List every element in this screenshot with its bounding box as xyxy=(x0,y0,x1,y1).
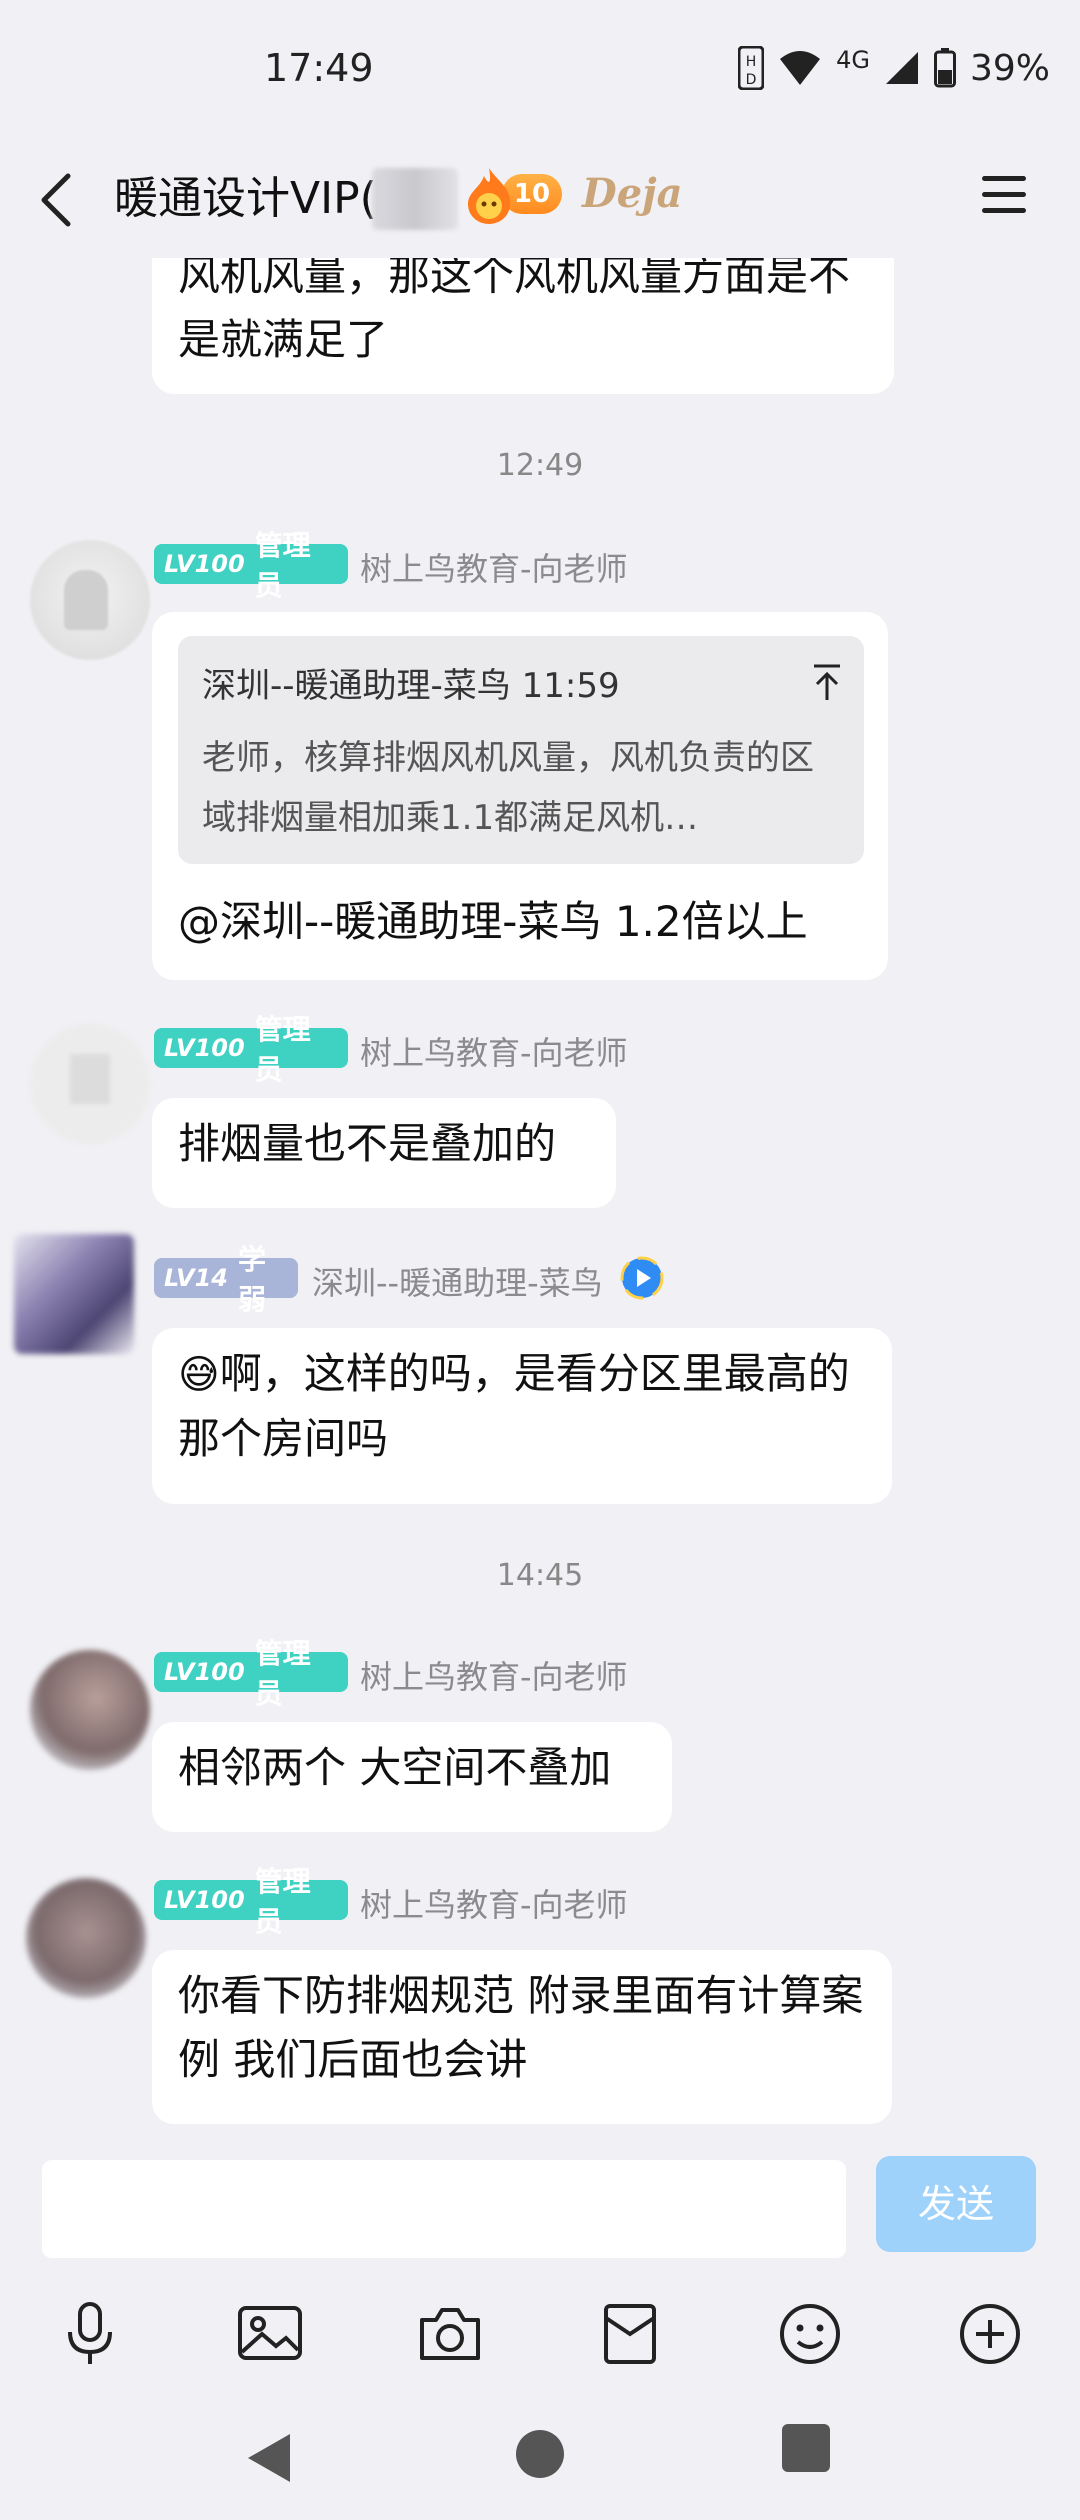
image-icon[interactable] xyxy=(234,2298,306,2370)
camera-icon[interactable] xyxy=(414,2298,486,2370)
status-bar: 17:49 HD 4G 39% xyxy=(0,0,1080,140)
avatar[interactable] xyxy=(26,1878,146,1998)
wifi-icon xyxy=(778,49,822,87)
sender-name[interactable]: 树上鸟教育-向老师 xyxy=(360,1028,628,1074)
microphone-icon[interactable] xyxy=(54,2298,126,2370)
message-input[interactable] xyxy=(42,2160,846,2258)
message-text: 排烟量也不是叠加的 xyxy=(178,1119,557,1168)
flame-icon xyxy=(468,168,511,224)
back-arrow-icon xyxy=(41,173,71,227)
avatar[interactable] xyxy=(14,1234,134,1354)
emoji-icon: 😅 xyxy=(178,1352,220,1398)
message-bubble[interactable]: 相邻两个 大空间不叠加 xyxy=(152,1722,672,1832)
message-bubble[interactable]: 你看下防排烟规范 附录里面有计算案例 我们后面也会讲 xyxy=(152,1950,892,2124)
nav-recents-button[interactable] xyxy=(782,2424,830,2472)
avatar[interactable] xyxy=(30,540,150,660)
quote-meta: 深圳--暖通助理-菜鸟 11:59 xyxy=(202,666,620,706)
member-role: 管理员 xyxy=(254,1637,311,1710)
svg-text:D: D xyxy=(746,72,757,88)
nav-back-icon xyxy=(248,2434,290,2482)
back-button-overlay[interactable] xyxy=(30,158,90,238)
message-bubble[interactable]: 😅啊，这样的吗，是看分区里最高的那个房间吗 xyxy=(152,1328,892,1504)
message-text: 风机风量，那这个风机风量方面是不是就满足了 xyxy=(178,251,851,364)
admin-badge: LV100 管理员 xyxy=(154,529,348,602)
message-text: 相邻两个 大空间不叠加 xyxy=(178,1743,612,1792)
member-level: LV100 xyxy=(164,550,245,578)
member-level: LV100 xyxy=(164,1034,245,1062)
battery-level: 39% xyxy=(969,47,1050,89)
menu-button[interactable] xyxy=(980,170,1030,220)
blurred-name xyxy=(372,168,458,230)
chat-title-overlay[interactable]: 暖通设计VIP( xyxy=(114,162,377,226)
message-bubble[interactable]: 排烟量也不是叠加的 xyxy=(152,1098,616,1208)
member-role: 管理员 xyxy=(254,1013,311,1086)
avatar-figure xyxy=(64,570,108,630)
signal-icon xyxy=(884,50,920,86)
nav-home-button[interactable] xyxy=(516,2430,564,2478)
member-role: 管理员 xyxy=(254,1865,311,1938)
timestamp: 14:45 xyxy=(496,1558,584,1593)
plus-icon[interactable] xyxy=(954,2298,1026,2370)
status-time: 17:49 xyxy=(264,46,374,90)
member-badge: LV14 学弱 xyxy=(154,1243,298,1316)
member-role: 学弱 xyxy=(237,1243,266,1316)
input-bar: 发送 xyxy=(0,2140,1080,2270)
chat-toolbar xyxy=(0,2270,1080,2400)
sender-name[interactable]: 深圳--暖通助理-菜鸟 xyxy=(312,1258,603,1304)
group-level-badge: 10 xyxy=(462,166,566,230)
jump-to-quote-icon[interactable] xyxy=(810,662,844,702)
avatar-figure xyxy=(70,1054,110,1104)
quoted-message[interactable]: 深圳--暖通助理-菜鸟 11:59 老师，核算排烟风机风量，风机负责的区域排烟量… xyxy=(178,636,864,864)
message-text: 你看下防排烟规范 附录里面有计算案例 我们后面也会讲 xyxy=(178,1971,864,2084)
admin-badge: LV100 管理员 xyxy=(154,1865,348,1938)
emoji-icon[interactable] xyxy=(774,2298,846,2370)
brand-logo: Deja xyxy=(582,170,683,217)
send-button[interactable]: 发送 xyxy=(876,2156,1036,2252)
header-clone: 暖通设计VIP( 10 Deja xyxy=(0,140,1080,258)
quote-text: 老师，核算排烟风机风量，风机负责的区域排烟量相加乘1.1都满足风机… xyxy=(202,738,814,838)
sender-name[interactable]: 树上鸟教育-向老师 xyxy=(360,1652,628,1698)
message-text: @深圳--暖通助理-菜鸟 1.2倍以上 xyxy=(178,897,808,946)
avatar[interactable] xyxy=(30,1024,150,1144)
member-role: 管理员 xyxy=(254,529,311,602)
sender-name[interactable]: 树上鸟教育-向老师 xyxy=(360,1880,628,1926)
admin-badge: LV100 管理员 xyxy=(154,1637,348,1710)
battery-icon xyxy=(933,48,956,88)
message-text: 啊，这样的吗，是看分区里最高的那个房间吗 xyxy=(178,1349,850,1463)
status-icons: HD 4G 39% xyxy=(738,46,1050,90)
hd-icon: HD xyxy=(738,46,765,90)
member-level: LV100 xyxy=(164,1658,245,1686)
nav-back-button[interactable] xyxy=(240,2428,300,2488)
member-level: LV14 xyxy=(164,1264,228,1292)
system-nav-bar xyxy=(0,2400,1080,2520)
network-type: 4G xyxy=(836,46,870,74)
sender-name[interactable]: 树上鸟教育-向老师 xyxy=(360,544,628,590)
menu-icon xyxy=(982,176,1026,181)
member-level: LV100 xyxy=(164,1886,245,1914)
timestamp: 12:49 xyxy=(496,448,584,483)
avatar[interactable] xyxy=(30,1650,150,1770)
svg-text:H: H xyxy=(746,54,757,70)
red-packet-icon[interactable] xyxy=(594,2298,666,2370)
vip-play-icon xyxy=(618,1254,666,1302)
admin-badge: LV100 管理员 xyxy=(154,1013,348,1086)
